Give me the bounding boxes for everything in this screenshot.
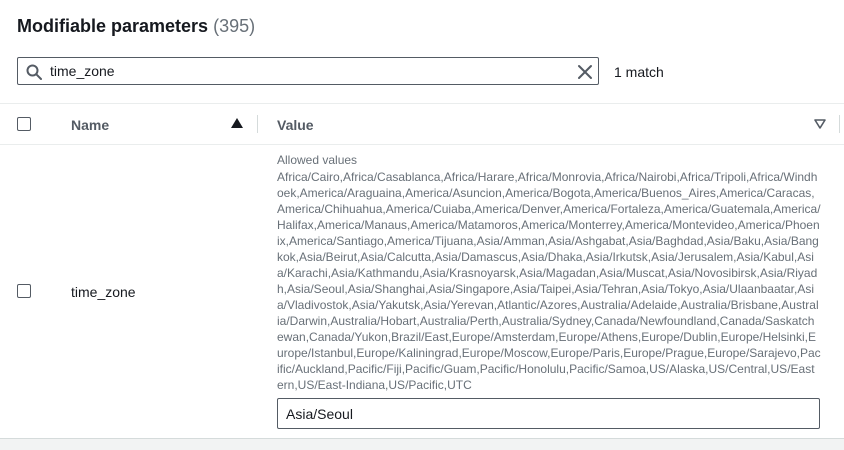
parameter-name: time_zone [71,284,136,300]
row-checkbox[interactable] [17,284,31,298]
search-icon [26,64,42,80]
close-icon[interactable] [577,64,593,80]
caret-down-icon[interactable] [814,119,826,129]
header-divider [0,144,844,145]
search-box[interactable] [17,57,599,85]
table-top-divider [0,103,844,104]
page-title-text: Modifiable parameters [17,16,209,36]
search-input[interactable] [50,61,560,81]
page-title: Modifiable parameters (395) [17,16,255,37]
parameter-value-input[interactable] [277,398,820,429]
table-bottom-edge [0,438,844,450]
select-all-checkbox[interactable] [17,117,31,131]
search-match-count: 1 match [614,64,664,80]
sort-ascending-icon[interactable] [231,118,243,128]
allowed-values-label: Allowed values [277,153,358,167]
column-separator [839,115,840,133]
column-separator [257,115,258,133]
parameter-count: (395) [213,16,256,36]
column-header-value[interactable]: Value [277,117,314,133]
column-header-name[interactable]: Name [71,117,109,133]
allowed-values-text: Africa/Cairo,Africa/Casablanca,Africa/Ha… [277,170,821,392]
